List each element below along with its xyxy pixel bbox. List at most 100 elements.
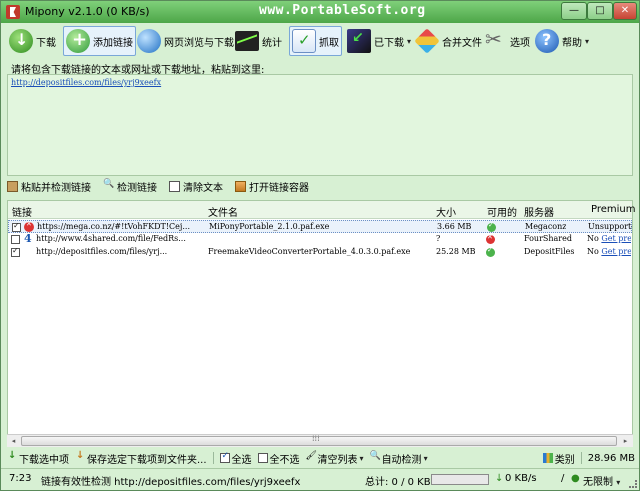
row-server: FourShared: [524, 234, 572, 243]
bottom-actions-bar: 下载选中项 保存选定下载项到文件夹... 全选 全不选 清空列表 ▾ 自动检测 …: [7, 450, 635, 466]
statistics-label: 统计: [262, 37, 282, 49]
main-toolbar: 下载 添加链接 网页浏览与下载 统计 抓取 已下载 ▾ 合并文件: [1, 23, 639, 59]
table-row[interactable]: http://www.4shared.com/file/FedRs... ? F…: [8, 232, 632, 246]
statistics-button[interactable]: 统计: [235, 26, 282, 56]
download-label: 下载: [36, 37, 56, 49]
column-header-size[interactable]: 大小: [436, 204, 456, 219]
open-container-label: 打开链接容器: [249, 182, 309, 194]
paste-and-check-button[interactable]: 粘贴并检测链接: [7, 179, 91, 194]
status-speed: 0 KB/s: [505, 473, 537, 484]
column-header-link[interactable]: 链接: [12, 204, 32, 219]
options-label: 选项: [510, 37, 530, 49]
get-premium-link[interactable]: Get prem: [601, 234, 631, 243]
paste-textarea[interactable]: http://depositfiles.com/files/yrj9xeefx: [7, 74, 633, 176]
horizontal-scrollbar[interactable]: ◂ ⁞⁞⁞ ▸: [7, 434, 633, 447]
get-premium-link[interactable]: Get prem: [601, 247, 631, 256]
auto-check-icon: [370, 451, 381, 463]
paste-and-check-label: 粘贴并检测链接: [21, 182, 91, 194]
category-button[interactable]: 类别: [542, 451, 575, 466]
download-button[interactable]: 下载: [9, 26, 56, 56]
row-link: http://depositfiles.com/files/yrj...: [36, 247, 168, 256]
paste-actions-bar: 粘贴并检测链接 检测链接 清除文本 打开链接容器: [7, 178, 309, 194]
row-premium: Unsupported: [588, 222, 632, 231]
row-filename: MiPonyPortable_2.1.0.paf.exe: [209, 222, 330, 231]
select-none-label: 全不选: [269, 454, 300, 466]
mipony-window: Mipony v2.1.0 (0 KB/s) www.PortableSoft.…: [0, 0, 640, 491]
globe-icon: [137, 29, 161, 53]
unavailable-icon: [486, 233, 495, 244]
available-check-icon: [487, 221, 496, 232]
speed-limit-label: 无限制: [583, 477, 613, 488]
title-bar[interactable]: Mipony v2.1.0 (0 KB/s) www.PortableSoft.…: [1, 1, 639, 23]
toolbar-separator: [580, 452, 582, 464]
help-label: 帮助: [562, 37, 582, 49]
download-selected-label: 下载选中项: [19, 454, 69, 466]
mipony-logo-icon: [6, 5, 20, 19]
download-selected-button[interactable]: 下载选中项: [7, 450, 69, 466]
brush-icon: [306, 451, 317, 463]
row-checkbox[interactable]: [11, 235, 20, 244]
save-selected-button[interactable]: 保存选定下载项到文件夹...: [75, 450, 207, 466]
row-server: Megaconz: [525, 222, 567, 231]
links-table: 链接 文件名 大小 可用的 服务器 Premium https://mega.c…: [7, 200, 636, 447]
clipboard-icon: [7, 180, 18, 192]
download-arrow-icon: [7, 450, 17, 463]
minimize-button[interactable]: —: [561, 2, 587, 20]
scrollbar-thumb[interactable]: ⁞⁞⁞: [21, 434, 617, 446]
speed-limit-dropdown[interactable]: 无限制 ▾: [583, 473, 620, 488]
scroll-left-arrow-icon[interactable]: ◂: [8, 436, 19, 447]
scroll-grip-icon: ⁞⁞⁞: [312, 434, 320, 443]
clear-text-button[interactable]: 清除文本: [169, 179, 223, 194]
downloaded-icon: [347, 29, 371, 53]
watermark-text: www.PortableSoft.org: [259, 3, 426, 18]
status-time: 7:23: [9, 473, 32, 484]
merge-icon: [414, 28, 440, 54]
status-message: 链接有效性检测 http://depositfiles.com/files/yr…: [41, 477, 301, 488]
window-title: Mipony v2.1.0 (0 KB/s): [25, 5, 150, 18]
pasted-link-text: http://depositfiles.com/files/yrj9xeefx: [11, 78, 162, 87]
limit-icon: ●: [571, 473, 580, 484]
fourshared-icon: [23, 232, 33, 245]
speed-limit-dropdown-icon: ▾: [616, 478, 621, 487]
downloaded-dropdown-icon[interactable]: ▾: [407, 37, 411, 46]
help-button[interactable]: 帮助 ▾: [535, 26, 589, 56]
select-none-button[interactable]: 全不选: [257, 451, 300, 466]
auto-check-dropdown-icon[interactable]: ▾: [424, 454, 428, 463]
table-header: 链接 文件名 大小 可用的 服务器 Premium: [8, 201, 636, 219]
column-header-server[interactable]: 服务器: [524, 204, 554, 219]
table-row[interactable]: http://depositfiles.com/files/yrj... Fre…: [8, 246, 632, 259]
browse-download-label: 网页浏览与下载: [164, 37, 234, 49]
open-container-button[interactable]: 打开链接容器: [235, 179, 309, 194]
maximize-button[interactable]: □: [587, 2, 613, 20]
table-row[interactable]: https://mega.co.nz/#!tVohFKDT!Cej... MiP…: [8, 220, 632, 233]
container-box-icon: [235, 180, 246, 192]
select-all-button[interactable]: 全选: [219, 451, 252, 466]
column-header-premium[interactable]: Premium: [591, 204, 636, 215]
column-header-available[interactable]: 可用的: [487, 204, 517, 219]
browse-download-button[interactable]: 网页浏览与下载: [137, 26, 234, 56]
merge-files-button[interactable]: 合并文件: [414, 26, 482, 56]
downloaded-button[interactable]: 已下载 ▾: [347, 26, 411, 56]
clear-list-button[interactable]: 清空列表 ▾: [306, 451, 364, 466]
close-button[interactable]: ✕: [613, 2, 637, 20]
scroll-right-arrow-icon[interactable]: ▸: [620, 436, 631, 447]
clear-list-label: 清空列表: [317, 454, 358, 466]
column-header-filename[interactable]: 文件名: [208, 204, 238, 219]
grab-button[interactable]: 抓取: [289, 26, 342, 56]
status-bar: 7:23 链接有效性检测 http://depositfiles.com/fil…: [1, 468, 639, 490]
row-checkbox[interactable]: [11, 246, 20, 257]
row-size: 25.28 MB: [436, 247, 476, 256]
auto-check-label: 自动检测: [381, 454, 422, 466]
options-button[interactable]: 选项: [483, 26, 530, 56]
help-dropdown-icon[interactable]: ▾: [585, 37, 589, 46]
save-selected-label: 保存选定下载项到文件夹...: [87, 454, 207, 466]
check-links-button[interactable]: 检测链接: [103, 179, 157, 194]
clear-list-dropdown-icon[interactable]: ▾: [360, 454, 364, 463]
clear-icon: [169, 180, 180, 192]
grab-icon: [292, 29, 316, 53]
auto-check-button[interactable]: 自动检测 ▾: [370, 451, 428, 466]
resize-grip-icon[interactable]: [629, 480, 637, 488]
add-link-button[interactable]: 添加链接: [63, 26, 136, 56]
row-checkbox[interactable]: [12, 221, 21, 232]
add-link-icon: [66, 29, 90, 53]
